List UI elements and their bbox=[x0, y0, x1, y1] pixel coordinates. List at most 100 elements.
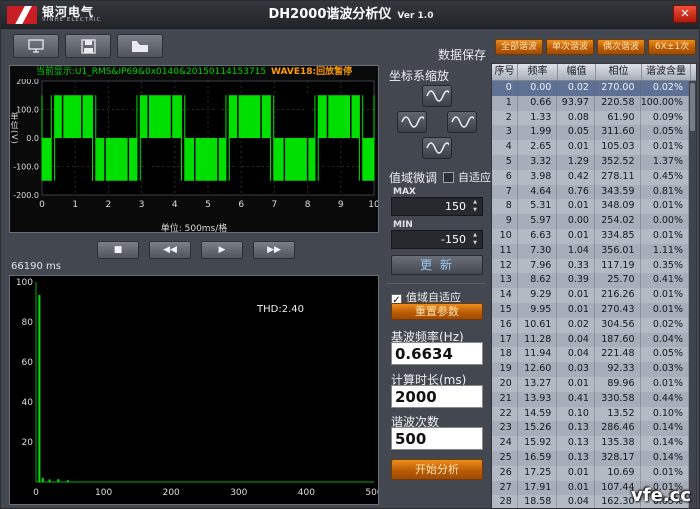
table-row[interactable]: 10.6693.97220.58100.00% bbox=[492, 96, 689, 111]
table-cell: 25.70 bbox=[595, 273, 641, 288]
table-row[interactable]: 106.630.01334.850.01% bbox=[492, 229, 689, 244]
spinner-down-icon[interactable]: ▼ bbox=[473, 240, 477, 246]
filter-even-harmonics-button[interactable]: 偶次谐波 bbox=[597, 39, 645, 55]
table-scrollbar[interactable] bbox=[689, 81, 696, 509]
table-cell: 0.01% bbox=[641, 377, 689, 392]
min-spinner[interactable]: ▲▼ bbox=[470, 231, 480, 248]
col-header-amp[interactable]: 幅值 bbox=[558, 64, 596, 80]
table-row[interactable]: 85.310.01348.090.01% bbox=[492, 199, 689, 214]
spinner-down-icon[interactable]: ▼ bbox=[473, 207, 477, 213]
table-cell: 0.81% bbox=[641, 185, 689, 200]
save-button[interactable] bbox=[65, 34, 111, 58]
table-cell: 22 bbox=[492, 407, 518, 422]
stop-button[interactable]: ■ bbox=[97, 241, 139, 259]
duration-input[interactable] bbox=[391, 385, 483, 408]
table-row[interactable]: 53.321.29352.521.37% bbox=[492, 155, 689, 170]
table-row[interactable]: 42.650.01105.030.01% bbox=[492, 140, 689, 155]
table-row[interactable]: 1912.600.0392.330.03% bbox=[492, 362, 689, 377]
table-cell: 0 bbox=[492, 81, 518, 96]
min-value-field[interactable]: -150 ▲▼ bbox=[391, 230, 483, 249]
spec-spike bbox=[38, 295, 40, 482]
spec-y-tick: 60 bbox=[22, 358, 34, 368]
playback-status-label: WAVE18:回放暂停 bbox=[271, 67, 352, 77]
filter-single-harmonic-button[interactable]: 单次谐波 bbox=[546, 39, 594, 55]
zoom-up-button[interactable] bbox=[422, 85, 452, 107]
table-row[interactable]: 1610.610.02304.560.02% bbox=[492, 318, 689, 333]
col-header-phase[interactable]: 相位 bbox=[596, 64, 642, 80]
col-header-freq[interactable]: 频率 bbox=[518, 64, 558, 80]
close-button[interactable]: ✕ bbox=[673, 5, 697, 23]
start-analysis-button[interactable]: 开始分析 bbox=[391, 459, 483, 480]
table-cell: 0.02% bbox=[641, 81, 689, 96]
table-row[interactable]: 117.301.04356.011.11% bbox=[492, 244, 689, 259]
table-row[interactable]: 21.330.0861.900.09% bbox=[492, 111, 689, 126]
table-cell: 10.61 bbox=[518, 318, 558, 333]
table-cell: 0.76 bbox=[557, 185, 595, 200]
forward-button[interactable]: ▶▶ bbox=[253, 241, 295, 259]
table-row[interactable]: 2617.250.0110.690.01% bbox=[492, 466, 689, 481]
min-label: MIN bbox=[393, 220, 413, 230]
reset-params-button[interactable]: 重置参数 bbox=[391, 303, 483, 320]
table-cell: 0.02 bbox=[557, 81, 595, 96]
table-row[interactable]: 138.620.3925.700.41% bbox=[492, 273, 689, 288]
table-row[interactable]: 2415.920.13135.380.14% bbox=[492, 436, 689, 451]
update-button[interactable]: 更 新 bbox=[391, 255, 483, 275]
zoom-right-button[interactable] bbox=[447, 111, 477, 133]
monitor-button[interactable] bbox=[13, 34, 59, 58]
table-row[interactable]: 2315.260.13286.460.14% bbox=[492, 421, 689, 436]
table-cell: 6.63 bbox=[518, 229, 558, 244]
table-row[interactable]: 2214.590.1013.520.10% bbox=[492, 407, 689, 422]
table-row[interactable]: 74.640.76343.590.81% bbox=[492, 185, 689, 200]
table-row[interactable]: 31.990.05311.600.05% bbox=[492, 125, 689, 140]
rewind-button[interactable]: ◀◀ bbox=[149, 241, 191, 259]
table-row[interactable]: 63.980.42278.110.45% bbox=[492, 170, 689, 185]
wave-block bbox=[96, 138, 137, 181]
table-cell: 221.48 bbox=[595, 347, 641, 362]
max-value-field[interactable]: 150 ▲▼ bbox=[391, 197, 483, 216]
filter-all-harmonics-button[interactable]: 全部谐波 bbox=[495, 39, 543, 55]
table-cell: 0.02% bbox=[641, 318, 689, 333]
harmonics-table: 序号 频率 幅值 相位 谐波含量 00.000.02270.000.02%10.… bbox=[491, 63, 697, 509]
table-cell: 286.46 bbox=[595, 421, 641, 436]
table-cell: 117.19 bbox=[595, 259, 641, 274]
table-cell: 14 bbox=[492, 288, 518, 303]
wave-block bbox=[229, 95, 270, 138]
spinner-up-icon[interactable]: ▲ bbox=[473, 232, 477, 238]
play-button[interactable]: ▶ bbox=[201, 241, 243, 259]
table-row[interactable]: 159.950.01270.430.01% bbox=[492, 303, 689, 318]
table-cell: 10.69 bbox=[595, 466, 641, 481]
table-row[interactable]: 1811.940.04221.480.05% bbox=[492, 347, 689, 362]
auto-adapt-checkbox[interactable]: 自适应 bbox=[443, 169, 491, 185]
table-row[interactable]: 95.970.00254.020.00% bbox=[492, 214, 689, 229]
zoom-down-button[interactable] bbox=[422, 137, 452, 159]
table-cell: 23 bbox=[492, 421, 518, 436]
table-row[interactable]: 1711.280.04187.600.04% bbox=[492, 333, 689, 348]
folder-icon bbox=[131, 40, 149, 53]
table-row[interactable]: 00.000.02270.000.02% bbox=[492, 81, 689, 96]
waveform-panel: 当前显示:U1_RMS&IP69&0x0140&20150114153715 W… bbox=[9, 65, 379, 233]
zoom-left-button[interactable] bbox=[397, 111, 427, 133]
open-folder-button[interactable] bbox=[117, 34, 163, 58]
table-row[interactable]: 149.290.01216.260.01% bbox=[492, 288, 689, 303]
spec-spike bbox=[57, 479, 59, 482]
table-row[interactable]: 2113.930.41330.580.44% bbox=[492, 392, 689, 407]
table-row[interactable]: 2516.590.13328.170.14% bbox=[492, 451, 689, 466]
max-spinner[interactable]: ▲▼ bbox=[470, 198, 480, 215]
table-cell: 25 bbox=[492, 451, 518, 466]
scrollbar-thumb[interactable] bbox=[690, 83, 695, 131]
table-row[interactable]: 2013.270.0189.960.01% bbox=[492, 377, 689, 392]
filter-6x1-button[interactable]: 6X±1次 bbox=[648, 39, 696, 55]
table-row[interactable]: 127.960.33117.190.35% bbox=[492, 259, 689, 274]
current-display-label: 当前显示:U1_RMS&IP69&0x0140&20150114153715 bbox=[36, 67, 266, 77]
fundamental-freq-input[interactable] bbox=[391, 342, 483, 365]
range-tune-title: 值域微调 bbox=[389, 169, 437, 186]
table-cell: 270.00 bbox=[595, 81, 641, 96]
col-header-seq[interactable]: 序号 bbox=[492, 64, 518, 80]
harmonic-count-input[interactable] bbox=[391, 427, 483, 450]
version-label: Ver 1.0 bbox=[397, 11, 433, 21]
spec-plot-bg bbox=[36, 282, 374, 482]
wave-x-tick: 1 bbox=[72, 200, 78, 210]
table-cell: 0.04% bbox=[641, 333, 689, 348]
spinner-up-icon[interactable]: ▲ bbox=[473, 199, 477, 205]
col-header-content[interactable]: 谐波含量 bbox=[642, 64, 691, 80]
